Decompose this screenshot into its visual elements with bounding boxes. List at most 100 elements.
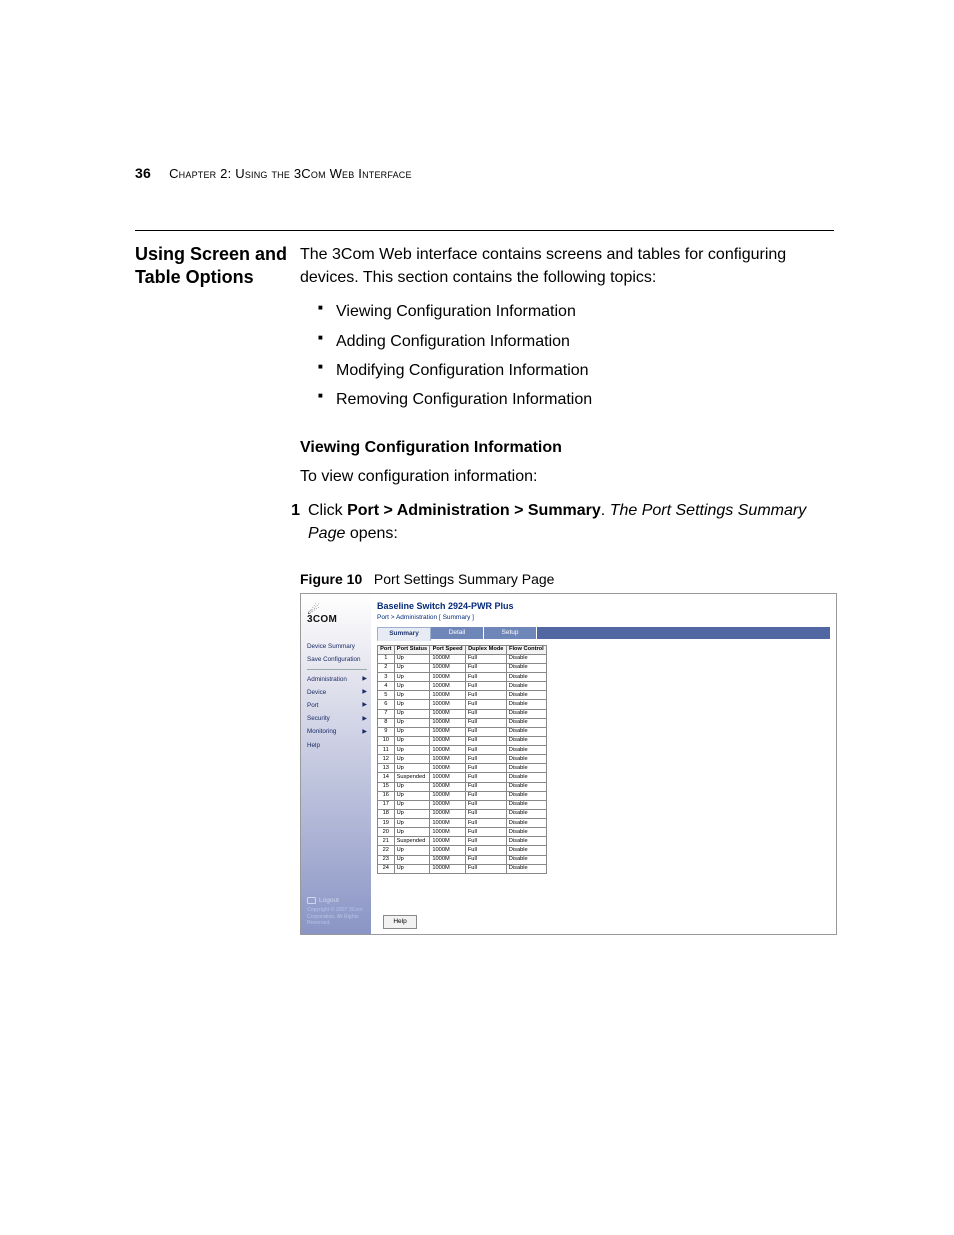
table-cell: 1000M [430,828,465,837]
tab-setup[interactable]: Setup [484,627,537,639]
table-cell: Disable [506,837,546,846]
table-cell: Up [394,663,430,672]
table-cell: 15 [378,782,395,791]
help-button[interactable]: Help [383,915,417,929]
table-cell: Full [465,846,506,855]
table-cell: Full [465,864,506,873]
nav-device[interactable]: Device▶ [307,686,367,699]
table-cell: Disable [506,828,546,837]
table-row: 5Up1000MFullDisable [378,691,547,700]
table-cell: Disable [506,654,546,663]
page-number: 36 [135,165,151,181]
tab-summary[interactable]: Summary [377,627,431,641]
side-heading: Using Screen and Table Options [135,231,300,935]
table-cell: 1000M [430,700,465,709]
table-cell: Full [465,764,506,773]
table-cell: Full [465,855,506,864]
table-cell: Full [465,663,506,672]
step-number: 1 [276,499,308,545]
table-cell: 1000M [430,682,465,691]
table-cell: 1000M [430,800,465,809]
table-cell: 22 [378,846,395,855]
bullet-item: Removing Configuration Information [318,385,837,414]
table-cell: 1000M [430,755,465,764]
table-cell: 1000M [430,864,465,873]
table-cell: Suspended [394,773,430,782]
table-row: 21Suspended1000MFullDisable [378,837,547,846]
table-cell: Disable [506,764,546,773]
table-cell: Up [394,755,430,764]
nav-device-summary[interactable]: Device Summary [307,640,367,653]
table-row: 11Up1000MFullDisable [378,746,547,755]
table-row: 18Up1000MFullDisable [378,809,547,818]
logout-icon [307,897,316,904]
table-cell: Disable [506,819,546,828]
table-cell: 11 [378,746,395,755]
table-cell: Full [465,828,506,837]
running-header: 36 Chapter 2: Using the 3Com Web Interfa… [135,165,412,181]
table-row: 8Up1000MFullDisable [378,718,547,727]
table-cell: 7 [378,709,395,718]
sub-heading: Viewing Configuration Information [300,436,837,459]
table-cell: 1000M [430,654,465,663]
table-cell: 3 [378,673,395,682]
table-cell: Suspended [394,837,430,846]
table-cell: Up [394,855,430,864]
col-flow-control: Flow Control [506,645,546,654]
table-cell: Up [394,809,430,818]
table-row: 23Up1000MFullDisable [378,855,547,864]
table-cell: 1000M [430,837,465,846]
table-cell: 18 [378,809,395,818]
bullet-item: Viewing Configuration Information [318,297,837,326]
table-row: 2Up1000MFullDisable [378,663,547,672]
col-port: Port [378,645,395,654]
logo-swoosh-icon: ☄ [307,606,367,614]
body-column: The 3Com Web interface contains screens … [300,231,837,935]
logout-link[interactable]: Logout [307,890,367,907]
table-cell: 1000M [430,782,465,791]
table-cell: 1000M [430,736,465,745]
logo-text: 3COM [307,614,337,625]
table-cell: 10 [378,736,395,745]
figure-caption: Figure 10 Port Settings Summary Page [300,569,837,589]
table-cell: 21 [378,837,395,846]
table-cell: Up [394,709,430,718]
nav-monitoring[interactable]: Monitoring▶ [307,725,367,738]
nav-save-configuration[interactable]: Save Configuration [307,653,367,666]
table-cell: Full [465,773,506,782]
table-row: 9Up1000MFullDisable [378,727,547,736]
nav-port[interactable]: Port▶ [307,699,367,712]
step-bold-path: Port > Administration > Summary [347,502,601,519]
screenshot-sidebar: ☄ 3COM Device Summary Save Configuration… [301,594,371,934]
table-cell: Disable [506,727,546,736]
table-cell: Full [465,782,506,791]
table-cell: Disable [506,746,546,755]
table-cell: 1000M [430,691,465,700]
table-cell: 23 [378,855,395,864]
table-cell: Up [394,782,430,791]
table-cell: 19 [378,819,395,828]
table-cell: Up [394,819,430,828]
nav-help[interactable]: Help [307,739,367,752]
table-cell: Full [465,746,506,755]
figure-title: Port Settings Summary Page [374,571,555,587]
nav-security[interactable]: Security▶ [307,712,367,725]
table-cell: Up [394,682,430,691]
step-row: 1 Click Port > Administration > Summary.… [276,499,837,545]
table-cell: Up [394,764,430,773]
table-cell: Disable [506,718,546,727]
table-cell: Disable [506,855,546,864]
table-cell: 1000M [430,746,465,755]
table-row: 3Up1000MFullDisable [378,673,547,682]
copyright-text: Copyright © 2007 3Com Corporation. All R… [307,907,367,930]
intro-paragraph: The 3Com Web interface contains screens … [300,243,837,289]
table-cell: Full [465,800,506,809]
table-cell: 1000M [430,727,465,736]
threecom-logo: ☄ 3COM [307,606,367,628]
tab-detail[interactable]: Detail [431,627,484,639]
chevron-right-icon: ▶ [362,701,367,710]
nav-administration[interactable]: Administration▶ [307,673,367,686]
col-duplex-mode: Duplex Mode [465,645,506,654]
table-cell: 1000M [430,819,465,828]
table-cell: Disable [506,673,546,682]
